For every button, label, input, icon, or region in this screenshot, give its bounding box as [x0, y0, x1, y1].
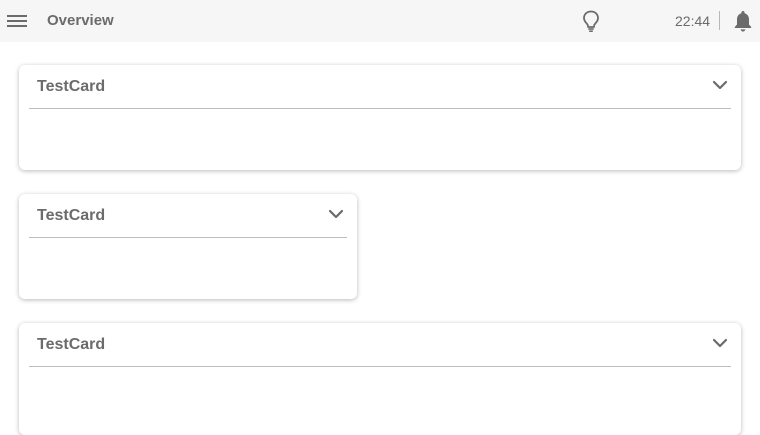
page-title: Overview [47, 12, 114, 29]
test-card-3: TestCard [19, 323, 741, 435]
clock-time: 22:44 [675, 13, 711, 29]
card-header[interactable]: TestCard [29, 323, 731, 367]
test-card-2: TestCard [19, 194, 357, 299]
lightbulb-icon[interactable] [580, 9, 602, 33]
chevron-down-icon[interactable] [712, 79, 728, 91]
chevron-down-icon[interactable] [328, 208, 344, 220]
header-divider [719, 11, 720, 30]
bell-icon[interactable] [731, 8, 755, 34]
test-card-1: TestCard [19, 65, 741, 170]
hamburger-menu-icon[interactable] [6, 11, 28, 31]
card-title: TestCard [37, 78, 106, 95]
card-title: TestCard [37, 207, 106, 224]
top-app-bar: Overview 22:44 [0, 0, 760, 42]
card-title: TestCard [37, 336, 106, 353]
card-header[interactable]: TestCard [29, 65, 731, 109]
chevron-down-icon[interactable] [712, 337, 728, 349]
card-header[interactable]: TestCard [29, 194, 347, 238]
